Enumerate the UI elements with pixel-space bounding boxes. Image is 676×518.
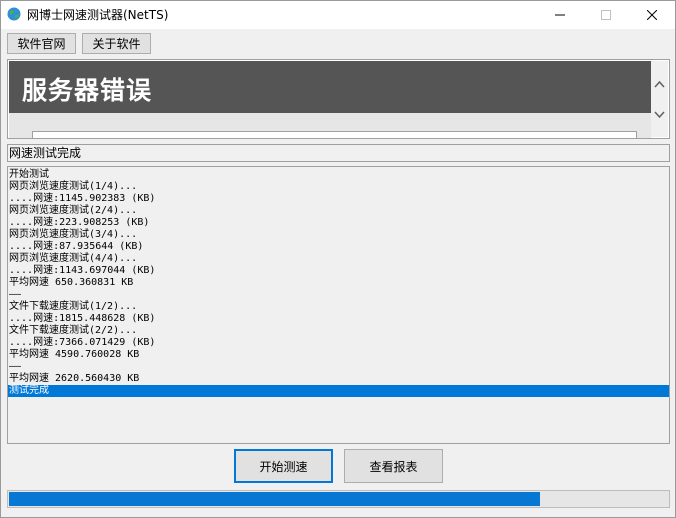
globe-icon (7, 7, 21, 21)
error-heading: 服务器错误 (22, 76, 153, 105)
log-line[interactable]: 平均网速 650.360831 KB (8, 277, 669, 289)
log-line[interactable]: 文件下载速度测试(1/2)... (8, 301, 669, 313)
log-line[interactable]: ....网速:1143.697044 (KB) (8, 265, 669, 277)
log-line[interactable]: ....网速:223.908253 (KB) (8, 217, 669, 229)
log-line[interactable]: ....网速:87.935644 (KB) (8, 241, 669, 253)
chevron-down-icon (654, 111, 665, 119)
chevron-up-icon (654, 80, 665, 88)
log-line[interactable]: 网页浏览速度测试(1/4)... (8, 181, 669, 193)
log-line[interactable]: 网页浏览速度测试(3/4)... (8, 229, 669, 241)
maximize-icon (601, 10, 611, 20)
log-line[interactable]: —— (8, 361, 669, 373)
log-line[interactable]: 开始测试 (8, 169, 669, 181)
log-line[interactable]: 平均网速 4590.760028 KB (8, 349, 669, 361)
window-title: 网博士网速测试器(NetTS) (27, 8, 169, 22)
progress-bar (7, 490, 670, 508)
minimize-icon (555, 14, 565, 16)
log-line[interactable]: 测试完成 (8, 385, 669, 397)
log-line[interactable]: ....网速:7366.071429 (KB) (8, 337, 669, 349)
progress-fill (9, 492, 540, 506)
log-line[interactable]: 网页浏览速度测试(2/4)... (8, 205, 669, 217)
log-line[interactable]: 平均网速 2620.560430 KB (8, 373, 669, 385)
title-bar[interactable]: 网博士网速测试器(NetTS) (1, 1, 675, 29)
minimize-button[interactable] (537, 1, 583, 29)
official-site-button[interactable]: 软件官网 (7, 33, 76, 54)
app-window: 网博士网速测试器(NetTS) 软件官网 关于软件 服务器错误 网速测试完成 开… (0, 0, 676, 518)
close-icon (647, 10, 657, 20)
log-list[interactable]: 开始测试 网页浏览速度测试(1/4)... ....网速:1145.902383 (… (7, 166, 670, 444)
log-line[interactable]: 文件下载速度测试(2/2)... (8, 325, 669, 337)
content-frame (32, 131, 637, 138)
status-field: 网速测试完成 (7, 144, 670, 162)
log-line[interactable]: 网页浏览速度测试(4/4)... (8, 253, 669, 265)
view-report-button[interactable]: 查看报表 (344, 449, 443, 483)
log-line[interactable]: —— (8, 289, 669, 301)
log-line[interactable]: ....网速:1815.448628 (KB) (8, 313, 669, 325)
web-browser-panel[interactable]: 服务器错误 (7, 59, 670, 139)
error-banner: 服务器错误 (9, 61, 651, 113)
scroll-arrows (654, 80, 665, 119)
start-test-button[interactable]: 开始测速 (234, 449, 333, 483)
maximize-button[interactable] (583, 1, 629, 29)
log-line[interactable]: ....网速:1145.902383 (KB) (8, 193, 669, 205)
log-lines: 开始测试 网页浏览速度测试(1/4)... ....网速:1145.902383 (… (8, 167, 669, 397)
about-button[interactable]: 关于软件 (82, 33, 151, 54)
browser-scrollbar[interactable] (651, 61, 668, 137)
close-button[interactable] (629, 1, 675, 29)
